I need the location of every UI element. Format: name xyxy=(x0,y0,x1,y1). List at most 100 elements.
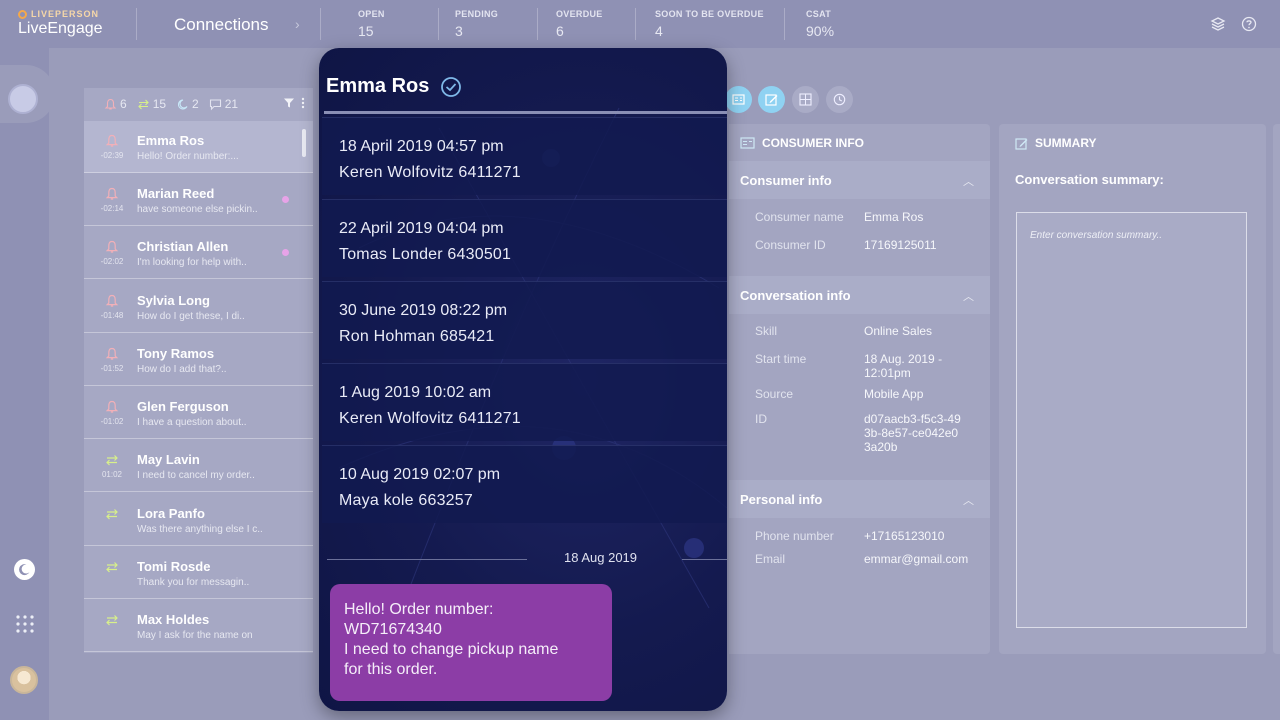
consumer-info-header: CONSUMER INFO xyxy=(729,124,990,162)
consumer-name-value: Emma Ros xyxy=(864,210,924,224)
consumer-name: May Lavin xyxy=(137,452,200,467)
page-title: Connections xyxy=(174,15,269,34)
record-agent: Keren Wolfovitz 6411271 xyxy=(339,164,521,181)
title-divider xyxy=(324,111,727,114)
field-label: Email xyxy=(755,552,786,566)
conversation-info-section[interactable]: Conversation info ︿ xyxy=(729,276,990,314)
conversation-history-overlay: Emma Ros 18 April 2019 04:57 pm Keren Wol… xyxy=(319,48,727,711)
record-date: 1 Aug 2019 10:02 am xyxy=(339,384,492,401)
consumer-info-action[interactable] xyxy=(725,86,752,113)
history-record[interactable]: 30 June 2019 08:22 pm Ron Hohman 685421 xyxy=(322,281,727,359)
scrollbar[interactable] xyxy=(302,129,306,157)
field-label: Start time xyxy=(755,352,807,366)
brand-logo[interactable]: LIVEPERSON LiveEngage xyxy=(18,9,103,38)
summary-header: SUMMARY xyxy=(999,124,1266,162)
bell-icon xyxy=(105,134,119,147)
history-record[interactable]: 22 April 2019 04:04 pm Tomas Londer 64305… xyxy=(322,199,727,277)
message-preview: Thank you for messagin.. xyxy=(137,577,250,588)
history-action[interactable] xyxy=(826,86,853,113)
hierarchy-action[interactable] xyxy=(792,86,819,113)
history-title: Emma Ros xyxy=(326,75,430,97)
filter-icon[interactable] xyxy=(283,97,295,109)
transfer-icon xyxy=(106,562,118,573)
chats-count[interactable]: 21 xyxy=(209,97,238,111)
summary-action[interactable] xyxy=(758,86,785,113)
consumer-name: Marian Reed xyxy=(137,186,215,201)
liveperson-logo-icon xyxy=(18,9,27,19)
elapsed-time: -01:48 xyxy=(100,311,124,320)
consumer-name: Emma Ros xyxy=(137,133,205,148)
field-label: Source xyxy=(755,387,794,401)
bell-icon xyxy=(104,98,117,110)
layers-icon[interactable] xyxy=(1210,16,1226,32)
more-vertical-icon[interactable] xyxy=(301,97,305,109)
message-preview: May I ask for the name on xyxy=(137,630,253,641)
elapsed-time: -01:52 xyxy=(100,364,124,373)
id-card-icon xyxy=(732,94,745,105)
list-item[interactable]: Lora Panfo Was there anything else I c.. xyxy=(84,494,313,546)
summary-textarea[interactable]: Enter conversation summary.. xyxy=(1016,212,1247,628)
history-record[interactable]: 1 Aug 2019 10:02 am Keren Wolfovitz 64112… xyxy=(322,363,727,441)
field-label: Consumer ID xyxy=(755,238,826,252)
metric-open[interactable]: OPEN 15 xyxy=(358,9,385,39)
agent-status-button[interactable] xyxy=(8,84,38,114)
consumer-name: Christian Allen xyxy=(137,239,229,254)
list-item[interactable]: -01:02 Glen Ferguson I have a question abo… xyxy=(84,387,313,439)
id-card-icon xyxy=(740,137,755,149)
alerts-count[interactable]: 6 xyxy=(104,97,127,111)
conversation-list: 6 15 2 21 -02:39 Emma Ros Hello! Order num… xyxy=(84,88,313,653)
history-record[interactable]: 18 April 2019 04:57 pm Keren Wolfovitz 64… xyxy=(322,117,727,195)
chevron-right-icon[interactable]: › xyxy=(295,16,300,32)
elapsed-time: -01:02 xyxy=(100,417,124,426)
moon-icon xyxy=(177,98,188,110)
divider xyxy=(320,8,321,40)
metric-soon-overdue[interactable]: SOON TO BE OVERDUE 4 xyxy=(655,9,764,39)
list-item[interactable]: 01:02 May Lavin I need to cancel my order.… xyxy=(84,440,313,492)
chat-icon xyxy=(209,98,221,110)
transfers-count[interactable]: 15 xyxy=(137,97,166,111)
record-date: 30 June 2019 08:22 pm xyxy=(339,302,508,319)
field-label: ID xyxy=(755,412,767,426)
list-item[interactable]: -02:02 Christian Allen I'm looking for hel… xyxy=(84,227,313,279)
divider xyxy=(784,8,785,40)
list-item[interactable]: Tomi Rosde Thank you for messagin.. xyxy=(84,547,313,599)
summary-label: Conversation summary: xyxy=(1015,172,1164,187)
chevron-up-icon: ︿ xyxy=(963,176,974,188)
elapsed-time: 01:02 xyxy=(101,470,123,479)
list-item[interactable]: Max Holdes May I ask for the name on xyxy=(84,600,313,652)
list-item[interactable]: -02:14 Marian Reed have someone else pick… xyxy=(84,174,313,226)
personal-info-section[interactable]: Personal info ︿ xyxy=(729,480,990,518)
start-time-value: 18 Aug. 2019 - 12:01pm xyxy=(864,352,943,380)
email-value: emmar@gmail.com xyxy=(864,552,969,566)
avatar[interactable] xyxy=(10,666,38,694)
unread-dot xyxy=(282,249,289,256)
moon-icon[interactable] xyxy=(14,559,35,580)
bell-icon xyxy=(105,400,119,413)
brand-product: LiveEngage xyxy=(18,20,103,37)
edge-panel xyxy=(1273,124,1280,654)
message-preview: How do I get these, I di.. xyxy=(137,311,245,322)
away-count[interactable]: 2 xyxy=(176,97,199,111)
metric-overdue[interactable]: OVERDUE 6 xyxy=(556,9,603,39)
metric-pending[interactable]: PENDING 3 xyxy=(455,9,498,39)
metric-csat[interactable]: CSAT 90% xyxy=(806,9,834,39)
record-date: 10 Aug 2019 02:07 pm xyxy=(339,466,501,483)
divider xyxy=(537,8,538,40)
bell-icon xyxy=(105,347,119,360)
field-label: Phone number xyxy=(755,529,834,543)
consumer-info-section[interactable]: Consumer info ︿ xyxy=(729,161,990,199)
elapsed-time: -02:39 xyxy=(100,151,124,160)
apps-grid-icon[interactable] xyxy=(15,614,35,634)
message-bubble[interactable]: Hello! Order number: WD71674340 I need t… xyxy=(330,584,612,701)
consumer-name: Glen Ferguson xyxy=(137,399,229,414)
help-icon[interactable] xyxy=(1241,16,1257,32)
field-label: Skill xyxy=(755,324,778,338)
history-record[interactable]: 10 Aug 2019 02:07 pm Maya kole 663257 xyxy=(322,445,727,523)
message-preview: How do I add that?.. xyxy=(137,364,227,375)
list-item[interactable]: -01:52 Tony Ramos How do I add that?.. xyxy=(84,334,313,386)
record-date: 22 April 2019 04:04 pm xyxy=(339,220,504,237)
history-icon xyxy=(833,93,846,106)
list-item[interactable]: -01:48 Sylvia Long How do I get these, I d… xyxy=(84,281,313,333)
list-item[interactable]: -02:39 Emma Ros Hello! Order number:... xyxy=(84,121,313,173)
top-bar: LIVEPERSON LiveEngage Connections › OPEN… xyxy=(0,0,1280,48)
